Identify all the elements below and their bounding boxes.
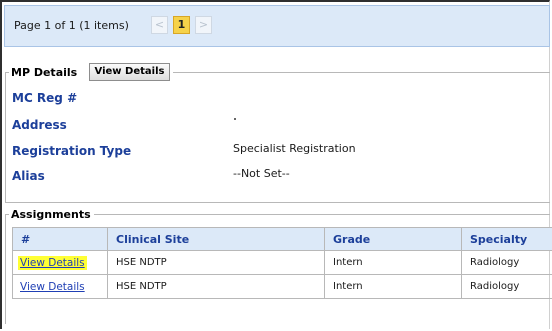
- table-row: View Details HSE NDTP Intern Radiology: [12, 274, 552, 299]
- pager-summary: Page 1 of 1 (1 items): [14, 19, 129, 32]
- row-clinical-site: HSE NDTP: [107, 274, 325, 299]
- row-clinical-site: HSE NDTP: [107, 250, 325, 275]
- row-link-cell: View Details: [12, 250, 108, 275]
- table-header-row: # Clinical Site Grade Specialty: [12, 227, 552, 251]
- assignments-legend: Assignments: [11, 208, 94, 221]
- column-header-specialty: Specialty: [461, 227, 552, 251]
- assignments-table: # Clinical Site Grade Specialty View Det…: [12, 227, 552, 299]
- row-view-details-link[interactable]: View Details: [18, 280, 87, 294]
- column-header-number: #: [12, 227, 108, 251]
- pager-bar: Page 1 of 1 (1 items) < 1 >: [4, 5, 550, 47]
- address-label: Address: [12, 118, 67, 132]
- alias-value: --Not Set--: [233, 167, 290, 180]
- mp-fieldset-border-top-right: [173, 72, 550, 73]
- row-grade: Intern: [324, 250, 462, 275]
- column-header-grade: Grade: [324, 227, 462, 251]
- row-specialty: Radiology: [461, 250, 552, 275]
- mp-view-details-button[interactable]: View Details: [89, 63, 170, 81]
- registration-type-label: Registration Type: [12, 144, 132, 158]
- table-row: View Details HSE NDTP Intern Radiology: [12, 250, 552, 275]
- mp-fieldset-border-left: [5, 72, 6, 202]
- alias-label: Alias: [12, 169, 45, 183]
- row-grade: Intern: [324, 274, 462, 299]
- address-placeholder-dot: [234, 118, 236, 120]
- current-page-button[interactable]: 1: [173, 16, 190, 34]
- row-link-cell: View Details: [12, 274, 108, 299]
- mp-fieldset-border-bottom: [5, 202, 550, 203]
- row-specialty: Radiology: [461, 274, 552, 299]
- next-page-button[interactable]: >: [195, 16, 212, 34]
- row-view-details-link[interactable]: View Details: [18, 255, 87, 270]
- column-header-clinical-site: Clinical Site: [107, 227, 325, 251]
- prev-page-button[interactable]: <: [151, 16, 168, 34]
- assign-fieldset-border-top-right: [92, 214, 550, 215]
- registration-type-value: Specialist Registration: [233, 142, 356, 155]
- assign-fieldset-border-left: [5, 214, 6, 324]
- mp-details-legend: MP Details: [11, 66, 81, 79]
- mc-reg-label: MC Reg #: [12, 91, 78, 105]
